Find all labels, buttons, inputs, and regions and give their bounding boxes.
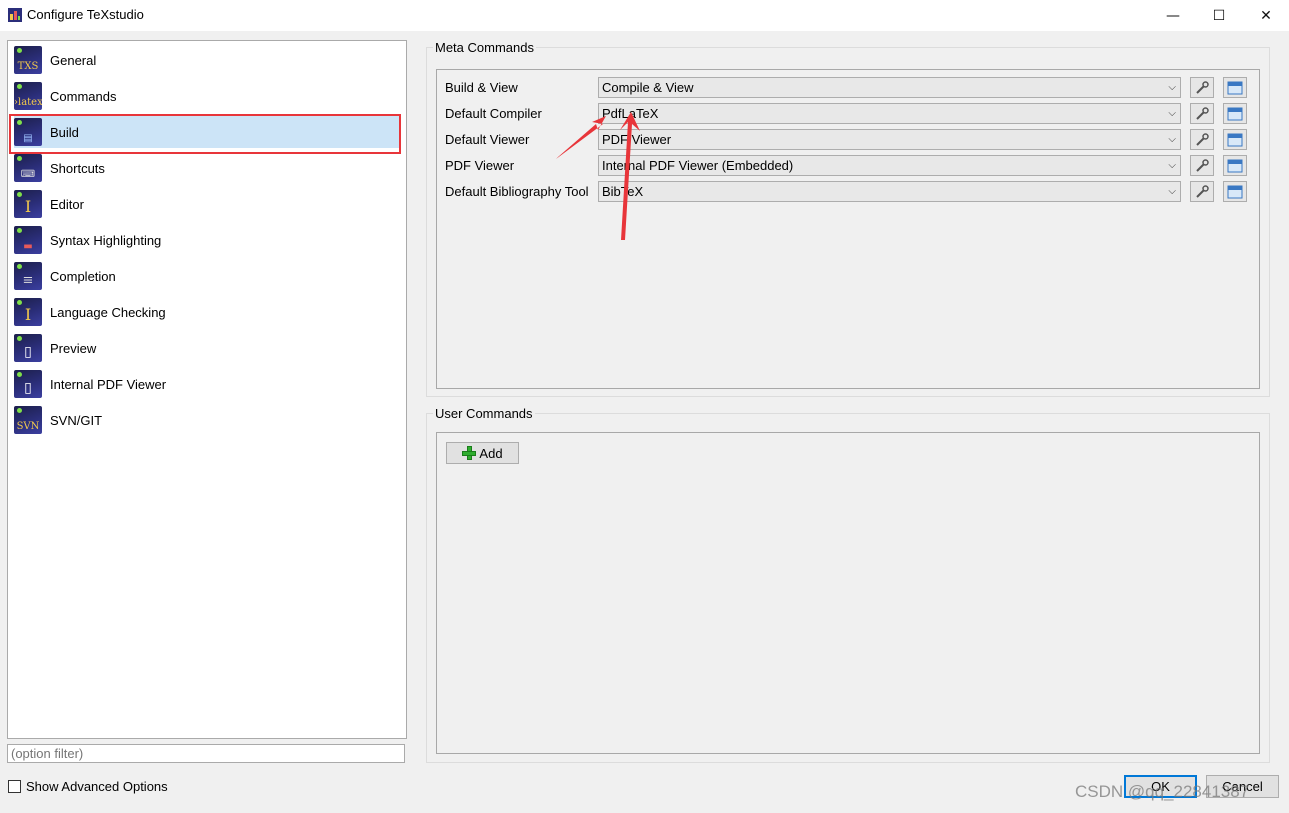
default-bibliography-tool-select[interactable]: BibTeX ⌵ <box>598 181 1181 202</box>
chevron-down-icon: ⌵ <box>1168 108 1176 119</box>
preview-document-icon: ▯ <box>14 334 42 362</box>
build-view-label: Build & View <box>445 80 518 95</box>
completion-icon: ≡ <box>14 262 42 290</box>
wrench-icon <box>1196 106 1209 120</box>
add-user-command-button[interactable]: Add <box>446 442 519 464</box>
minimize-icon: — <box>1166 7 1180 24</box>
window-config-icon <box>1227 107 1243 120</box>
wrench-icon <box>1196 132 1209 146</box>
default-viewer-select[interactable]: PDF Viewer ⌵ <box>598 129 1181 150</box>
add-button-label: Add <box>479 445 503 461</box>
sidebar-item-label: Commands <box>50 88 117 104</box>
default-compiler-value: PdfLaTeX <box>602 106 659 121</box>
wrench-icon <box>1196 80 1209 94</box>
sidebar-item-label: Completion <box>50 268 116 284</box>
sidebar-item-general[interactable]: TXS General <box>14 44 400 76</box>
sidebar-item-label: General <box>50 52 97 68</box>
sidebar-item-build[interactable]: ▤ Build <box>14 116 400 148</box>
user-commands-panel <box>436 432 1260 754</box>
default-compiler-config-button[interactable] <box>1223 103 1247 124</box>
default-bibliography-tool-label: Default Bibliography Tool <box>445 184 589 199</box>
txs-general-icon: TXS <box>14 46 42 74</box>
maximize-button[interactable]: ☐ <box>1196 0 1242 31</box>
sidebar-item-label: SVN/GIT <box>50 412 103 428</box>
keyboard-shortcuts-icon: ⌨ <box>14 154 42 182</box>
language-checking-icon: I <box>14 298 42 326</box>
meta-commands-title: Meta Commands <box>433 40 536 55</box>
sidebar-item-syntax-highlighting[interactable]: ▬ Syntax Highlighting <box>14 224 400 256</box>
default-compiler-label: Default Compiler <box>445 106 542 121</box>
default-compiler-select[interactable]: PdfLaTeX ⌵ <box>598 103 1181 124</box>
sidebar-item-label: Language Checking <box>50 304 166 320</box>
syntax-highlighting-icon: ▬ <box>14 226 42 254</box>
default-bibliography-tool-edit-button[interactable] <box>1190 181 1214 202</box>
sidebar-item-label: Internal PDF Viewer <box>50 376 167 392</box>
sidebar-item-label: Build <box>50 124 79 140</box>
sidebar-item-shortcuts[interactable]: ⌨ Shortcuts <box>14 152 400 184</box>
build-view-edit-button[interactable] <box>1190 77 1214 98</box>
chevron-down-icon: ⌵ <box>1168 186 1176 197</box>
texstudio-app-icon <box>8 8 22 22</box>
window-title: Configure TeXstudio <box>27 7 144 22</box>
build-icon: ▤ <box>14 118 42 146</box>
sidebar-item-internal-pdf-viewer[interactable]: ▯ Internal PDF Viewer <box>14 368 400 400</box>
pdf-viewer-select[interactable]: Internal PDF Viewer (Embedded) ⌵ <box>598 155 1181 176</box>
default-bibliography-tool-value: BibTeX <box>602 184 644 199</box>
show-advanced-label: Show Advanced Options <box>26 779 168 794</box>
svn-git-icon: SVN <box>14 406 42 434</box>
default-viewer-edit-button[interactable] <box>1190 129 1214 150</box>
pdf-viewer-config-button[interactable] <box>1223 155 1247 176</box>
option-filter-input[interactable] <box>7 744 405 763</box>
latex-commands-icon: ›latex <box>14 82 42 110</box>
maximize-icon: ☐ <box>1212 7 1226 24</box>
sidebar-item-preview[interactable]: ▯ Preview <box>14 332 400 364</box>
chevron-down-icon: ⌵ <box>1168 134 1176 145</box>
user-commands-title: User Commands <box>433 406 535 421</box>
build-view-config-button[interactable] <box>1223 77 1247 98</box>
window-config-icon <box>1227 133 1243 146</box>
sidebar-item-label: Syntax Highlighting <box>50 232 162 248</box>
pdf-viewer-value: Internal PDF Viewer (Embedded) <box>602 158 794 173</box>
sidebar-item-completion[interactable]: ≡ Completion <box>14 260 400 292</box>
chevron-down-icon: ⌵ <box>1168 82 1176 93</box>
minimize-button[interactable]: — <box>1150 0 1196 31</box>
sidebar-item-commands[interactable]: ›latex Commands <box>14 80 400 112</box>
title-bar: Configure TeXstudio — ☐ ✕ <box>0 0 1289 31</box>
sidebar-item-label: Editor <box>50 196 84 212</box>
text-cursor-editor-icon: I <box>14 190 42 218</box>
default-bibliography-tool-config-button[interactable] <box>1223 181 1247 202</box>
wrench-icon <box>1196 184 1209 198</box>
wrench-icon <box>1196 158 1209 172</box>
window-config-icon <box>1227 81 1243 94</box>
watermark-text: CSDN @qq_22841387 <box>1075 782 1250 801</box>
sidebar-item-svn-git[interactable]: SVN SVN/GIT <box>14 404 400 436</box>
plus-icon <box>462 446 477 460</box>
close-button[interactable]: ✕ <box>1243 0 1289 31</box>
window-config-icon <box>1227 185 1243 198</box>
sidebar-item-label: Preview <box>50 340 97 356</box>
pdf-viewer-icon: ▯ <box>14 370 42 398</box>
default-compiler-edit-button[interactable] <box>1190 103 1214 124</box>
pdf-viewer-label: PDF Viewer <box>445 158 515 173</box>
chevron-down-icon: ⌵ <box>1168 160 1176 171</box>
sidebar-item-language-checking[interactable]: I Language Checking <box>14 296 400 328</box>
settings-category-list: TXS General ›latex Commands ▤ Build ⌨ Sh… <box>7 40 407 739</box>
default-viewer-config-button[interactable] <box>1223 129 1247 150</box>
pdf-viewer-edit-button[interactable] <box>1190 155 1214 176</box>
show-advanced-options[interactable]: Show Advanced Options <box>8 779 168 794</box>
sidebar-item-editor[interactable]: I Editor <box>14 188 400 220</box>
build-view-value: Compile & View <box>602 80 694 95</box>
default-viewer-label: Default Viewer <box>445 132 530 147</box>
show-advanced-checkbox[interactable] <box>8 780 21 793</box>
window-config-icon <box>1227 159 1243 172</box>
default-viewer-value: PDF Viewer <box>602 132 672 147</box>
sidebar-item-label: Shortcuts <box>50 160 105 176</box>
build-view-select[interactable]: Compile & View ⌵ <box>598 77 1181 98</box>
close-icon: ✕ <box>1260 7 1272 24</box>
